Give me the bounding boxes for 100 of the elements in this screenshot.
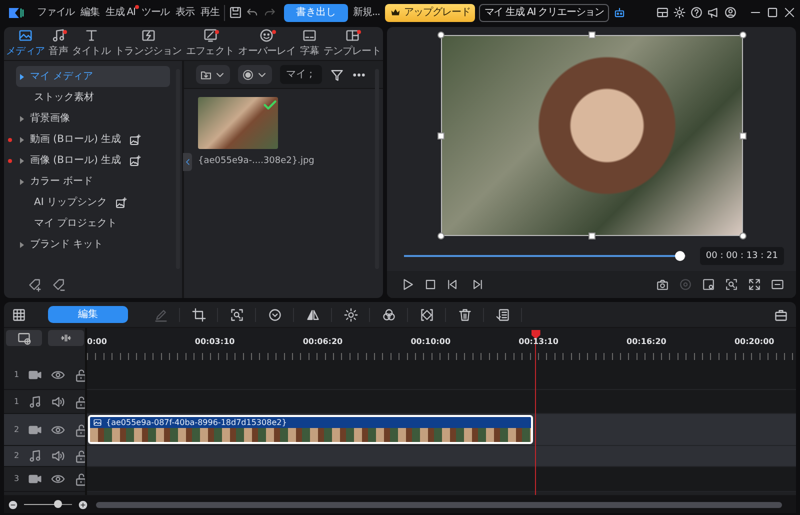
sidebar-item[interactable]: ストック素材 (16, 87, 170, 108)
resize-handle[interactable] (437, 132, 444, 139)
media-tab[interactable]: テンプレート (321, 27, 383, 60)
ai-creations-button[interactable]: マイ 生成 AI クリエーション (479, 4, 610, 22)
filter-icon[interactable] (330, 68, 344, 82)
expand-caret-icon[interactable] (20, 158, 24, 164)
sidebar-label: ブランド キット (30, 238, 104, 252)
color-icon[interactable] (382, 308, 396, 322)
media-tab[interactable]: オーバーレイ (236, 27, 298, 60)
speed-icon[interactable] (268, 308, 282, 322)
zoom-icon[interactable] (230, 308, 244, 322)
sidebar-label: マイ プロジェクト (34, 216, 118, 231)
menu-item[interactable]: 表示 (174, 5, 196, 20)
report-icon[interactable] (496, 308, 510, 322)
sidebar-item[interactable]: マイ プロジェクト (16, 213, 170, 234)
close-icon[interactable] (783, 6, 796, 19)
media-tab[interactable]: 音声 (46, 27, 70, 60)
settings-icon[interactable] (673, 6, 686, 19)
brightness-icon[interactable] (344, 308, 358, 322)
track-number: 2 (14, 424, 20, 436)
media-tab[interactable]: タイトル (70, 27, 113, 60)
robot-icon[interactable] (613, 6, 626, 19)
eye-icon[interactable] (51, 472, 66, 486)
maximize-icon[interactable] (766, 6, 779, 19)
toolbox-icon[interactable] (774, 308, 788, 322)
record-icon (242, 68, 254, 80)
scrubber-thumb[interactable] (675, 251, 686, 261)
add-track-button[interactable] (6, 330, 42, 346)
speaker-icon[interactable] (51, 394, 66, 408)
play-icon[interactable] (401, 278, 414, 291)
snap-button[interactable] (48, 330, 84, 346)
remove-tag-icon[interactable] (52, 278, 66, 292)
resize-handle[interactable] (739, 32, 746, 38)
resize-handle[interactable] (437, 232, 444, 240)
photo-placeholder[interactable] (198, 97, 278, 149)
crop-icon[interactable] (192, 308, 206, 322)
menu-item[interactable]: 生成 AI (104, 5, 136, 20)
save-icon[interactable] (229, 6, 242, 19)
music-note-icon (28, 394, 42, 408)
media-tab[interactable]: 字幕 (298, 27, 322, 60)
trash-icon[interactable] (458, 308, 472, 322)
sidebar-item[interactable]: 画像 (Bロール) 生成 (16, 150, 170, 171)
expand-caret-icon[interactable] (20, 136, 24, 142)
sidebar-item[interactable]: 背景画像 (16, 108, 170, 129)
media-tab[interactable]: メディア (4, 27, 47, 60)
mirror-icon[interactable] (306, 308, 320, 322)
grid-icon[interactable] (12, 308, 26, 322)
resize-handle[interactable] (739, 232, 746, 240)
media-tab[interactable]: トランジション (112, 27, 184, 60)
keyframe-icon[interactable] (420, 308, 434, 322)
expand-caret-icon[interactable] (20, 178, 24, 184)
resize-handle[interactable] (437, 32, 444, 38)
camera-icon[interactable] (656, 278, 669, 291)
expand-caret-icon[interactable] (20, 74, 24, 80)
collapse-handle[interactable] (183, 153, 192, 171)
sidebar-item[interactable]: 動画 (Bロール) 生成 (16, 129, 170, 150)
sidebar-label: マイ メディア (30, 70, 94, 84)
horizontal-scrollbar[interactable] (96, 502, 782, 508)
aspect-ratio-icon[interactable] (771, 278, 784, 291)
resize-handle[interactable] (588, 32, 595, 38)
expand-caret-icon[interactable] (20, 116, 24, 122)
help-icon[interactable] (690, 6, 703, 19)
media-tab[interactable]: エフェクト (184, 27, 236, 60)
sidebar-item[interactable]: マイ メディア (16, 66, 170, 87)
menu-item[interactable]: ファイル (36, 5, 76, 20)
file-name: {ae055e9a-....308e2}.jpg (198, 155, 316, 168)
menu-item[interactable]: 再生 (199, 5, 220, 20)
track-header[interactable]: 1 (4, 360, 85, 390)
track-header[interactable]: 2 (4, 446, 85, 467)
fullscreen-icon[interactable] (748, 278, 761, 291)
new-project-link[interactable]: 新規... (352, 5, 381, 20)
menu-item[interactable]: 編集 (80, 5, 100, 20)
timeline-clip[interactable]: {ae055e9a-087f-40ba-8996-18d7d15308e2} (88, 415, 533, 444)
sidebar-item[interactable]: ブランド キット (16, 234, 170, 255)
ruler-label: 00:10:00 (410, 336, 451, 348)
zoom-slider-thumb[interactable] (54, 500, 62, 508)
upgrade-button[interactable]: アップグレード (384, 4, 476, 22)
search-field[interactable]: マイ ; (280, 65, 322, 84)
sidebar-item[interactable]: カラー ボード (16, 171, 170, 192)
clip-name: {ae055e9a-087f-40ba-8996-18d7d15308e2} (106, 417, 287, 428)
track-header[interactable]: 3 (4, 467, 85, 492)
track-header[interactable]: 2 (4, 414, 85, 446)
track-number: 2 (14, 450, 20, 462)
music-note-icon (28, 449, 42, 463)
megaphone-icon[interactable] (707, 6, 720, 19)
resize-handle[interactable] (588, 232, 595, 240)
record-dropdown[interactable] (238, 65, 272, 84)
add-tag-icon[interactable] (28, 278, 42, 292)
layout-icon[interactable] (656, 6, 669, 19)
zoom-out-icon[interactable] (8, 500, 18, 510)
stop-icon[interactable] (424, 278, 437, 291)
sidebar-item[interactable]: AI リップシンク (16, 192, 170, 213)
sidebar-label: ストック素材 (34, 90, 94, 105)
expand-caret-icon[interactable] (20, 242, 24, 248)
zoom-icon[interactable] (725, 278, 738, 291)
speaker-icon[interactable] (51, 449, 66, 463)
menu-item[interactable]: ツール (140, 5, 171, 20)
import-dropdown[interactable] (196, 65, 230, 84)
zoom-in-icon[interactable] (78, 500, 88, 510)
account-icon[interactable] (724, 6, 737, 19)
